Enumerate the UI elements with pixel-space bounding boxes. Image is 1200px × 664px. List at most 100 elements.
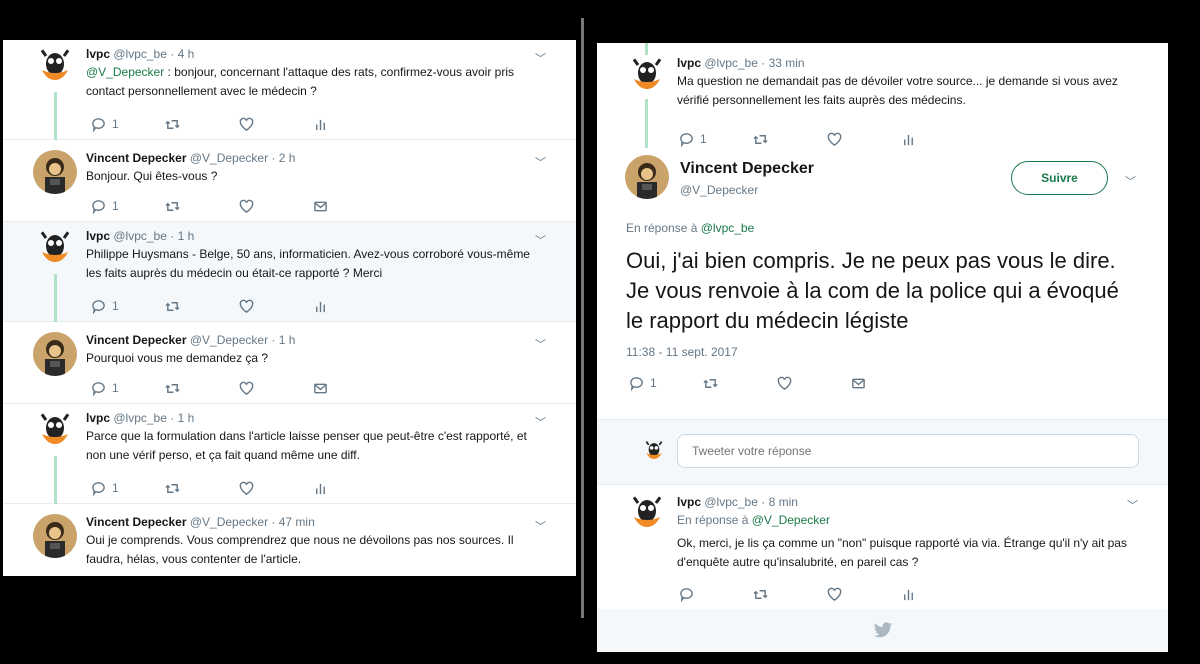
avatar-vincent-depecker[interactable]: [33, 332, 77, 376]
avatar-vincent-depecker[interactable]: [33, 514, 77, 558]
tweet-timestamp[interactable]: 11:38 - 11 sept. 2017: [626, 345, 738, 359]
avatar-lvpc: [641, 439, 667, 465]
avatar-lvpc[interactable]: [33, 228, 77, 272]
mention-link[interactable]: @lvpc_be: [701, 221, 755, 235]
author-name[interactable]: Vincent Depecker: [86, 515, 187, 529]
like-button[interactable]: [777, 376, 851, 391]
conversation-thread-right: lvpc @lvpc_be · 33 min Ma question ne de…: [597, 43, 1168, 652]
reply-button[interactable]: 1: [629, 376, 703, 391]
like-button[interactable]: [239, 381, 313, 396]
reply-input[interactable]: [677, 434, 1139, 468]
avatar-lvpc[interactable]: [33, 410, 77, 454]
tweet[interactable]: Vincent Depecker @V_Depecker · 47 min ﹀ …: [3, 504, 576, 576]
analytics-button[interactable]: [901, 587, 975, 602]
author-meta: @lvpc_be · 1 h: [113, 229, 195, 243]
analytics-icon: [316, 483, 325, 494]
author-handle[interactable]: @V_Depecker: [680, 183, 758, 197]
chevron-down-icon[interactable]: ﹀: [1127, 497, 1138, 513]
like-button[interactable]: [827, 587, 901, 602]
author-name[interactable]: lvpc: [86, 411, 110, 425]
reply-button[interactable]: 1: [91, 381, 165, 396]
thread-line: [54, 274, 57, 322]
reply-button[interactable]: 1: [91, 299, 165, 314]
mention-link[interactable]: @V_Depecker: [86, 65, 164, 79]
analytics-icon: [904, 589, 913, 600]
retweet-icon: [753, 589, 768, 599]
reply-icon: [680, 587, 693, 602]
like-button[interactable]: [239, 199, 313, 214]
chevron-down-icon[interactable]: ﹀: [535, 336, 546, 352]
reply-context: En réponse à @lvpc_be: [626, 221, 755, 235]
tweet-text: @V_Depecker : bonjour, concernant l'atta…: [86, 65, 515, 98]
message-button[interactable]: [313, 381, 387, 396]
chevron-down-icon[interactable]: ﹀: [535, 154, 546, 170]
chevron-down-icon[interactable]: ﹀: [535, 518, 546, 534]
like-button[interactable]: [239, 481, 313, 496]
tweet[interactable]: Vincent Depecker @V_Depecker · 1 h ﹀ Pou…: [3, 322, 576, 404]
message-icon: [314, 201, 327, 211]
tweet-actions: [679, 585, 975, 603]
chevron-down-icon[interactable]: ﹀: [535, 232, 546, 248]
author-name[interactable]: lvpc: [86, 47, 110, 61]
avatar-lvpc[interactable]: [33, 46, 77, 90]
retweet-button[interactable]: [703, 376, 777, 391]
chevron-down-icon[interactable]: ﹀: [535, 414, 546, 430]
retweet-button[interactable]: [165, 481, 239, 496]
avatar-lvpc[interactable]: [625, 493, 669, 537]
reply-button[interactable]: 1: [91, 117, 165, 132]
tweet-actions: 1: [91, 379, 387, 397]
reply-icon: [630, 376, 643, 391]
retweet-icon: [165, 301, 180, 311]
message-button[interactable]: [851, 376, 925, 391]
tweet[interactable]: lvpc @lvpc_be · 1 h ﹀ Parce que la formu…: [3, 404, 576, 504]
analytics-button[interactable]: [313, 117, 387, 132]
tweet-actions: 1: [629, 374, 925, 392]
tweet[interactable]: lvpc @lvpc_be · 4 h ﹀ @V_Depecker : bonj…: [3, 40, 576, 140]
author-name[interactable]: Vincent Depecker: [86, 151, 187, 165]
retweet-button[interactable]: [165, 199, 239, 214]
reply-button[interactable]: 1: [91, 481, 165, 496]
follow-button[interactable]: Suivre: [1011, 161, 1108, 195]
like-button[interactable]: [239, 117, 313, 132]
author-meta: @lvpc_be · 4 h: [113, 47, 195, 61]
reply-icon: [92, 117, 105, 132]
tweet-text: Pourquoi vous me demandez ça ?: [86, 351, 269, 365]
like-button[interactable]: [239, 299, 313, 314]
reply-icon: [92, 199, 105, 214]
retweet-button[interactable]: [753, 587, 827, 602]
avatar-vincent-depecker[interactable]: [33, 150, 77, 194]
like-icon: [827, 587, 842, 601]
avatar-vincent-depecker[interactable]: [625, 155, 669, 199]
author-name[interactable]: lvpc: [86, 229, 110, 243]
tweet-text: Philippe Huysmans - Belge, 50 ans, infor…: [86, 247, 530, 280]
tweet-text: Parce que la formulation dans l'article …: [86, 429, 527, 462]
chevron-down-icon[interactable]: ﹀: [1125, 173, 1136, 189]
retweet-icon: [703, 378, 718, 388]
tweet-actions: 1: [91, 115, 387, 133]
chevron-down-icon[interactable]: ﹀: [535, 50, 546, 66]
retweet-button[interactable]: [165, 299, 239, 314]
reply-button[interactable]: 1: [91, 199, 165, 214]
analytics-icon: [316, 301, 325, 312]
tweet[interactable]: lvpc @lvpc_be · 8 min ﹀ En réponse à @V_…: [597, 485, 1168, 609]
retweet-button[interactable]: [165, 117, 239, 132]
author-name[interactable]: Vincent Depecker: [680, 160, 814, 178]
mention-link[interactable]: @V_Depecker: [752, 513, 830, 527]
message-button[interactable]: [313, 199, 387, 214]
screenshot-divider: [581, 18, 584, 618]
analytics-button[interactable]: [313, 481, 387, 496]
retweet-button[interactable]: [165, 381, 239, 396]
author-name[interactable]: lvpc: [677, 495, 701, 509]
reply-icon: [92, 481, 105, 496]
tweet-text-large: Oui, j'ai bien compris. Je ne peux pas v…: [626, 248, 1119, 333]
analytics-button[interactable]: [313, 299, 387, 314]
author-meta: @lvpc_be · 1 h: [113, 411, 195, 425]
tweet[interactable]: lvpc @lvpc_be · 1 h ﹀ Philippe Huysmans …: [3, 222, 576, 322]
retweet-icon: [165, 383, 180, 393]
reply-button[interactable]: [679, 587, 753, 602]
like-icon: [239, 117, 254, 131]
author-meta: @lvpc_be · 8 min: [704, 495, 798, 509]
author-meta: @V_Depecker · 47 min: [189, 515, 315, 529]
tweet[interactable]: Vincent Depecker @V_Depecker · 2 h ﹀ Bon…: [3, 140, 576, 222]
author-name[interactable]: Vincent Depecker: [86, 333, 187, 347]
